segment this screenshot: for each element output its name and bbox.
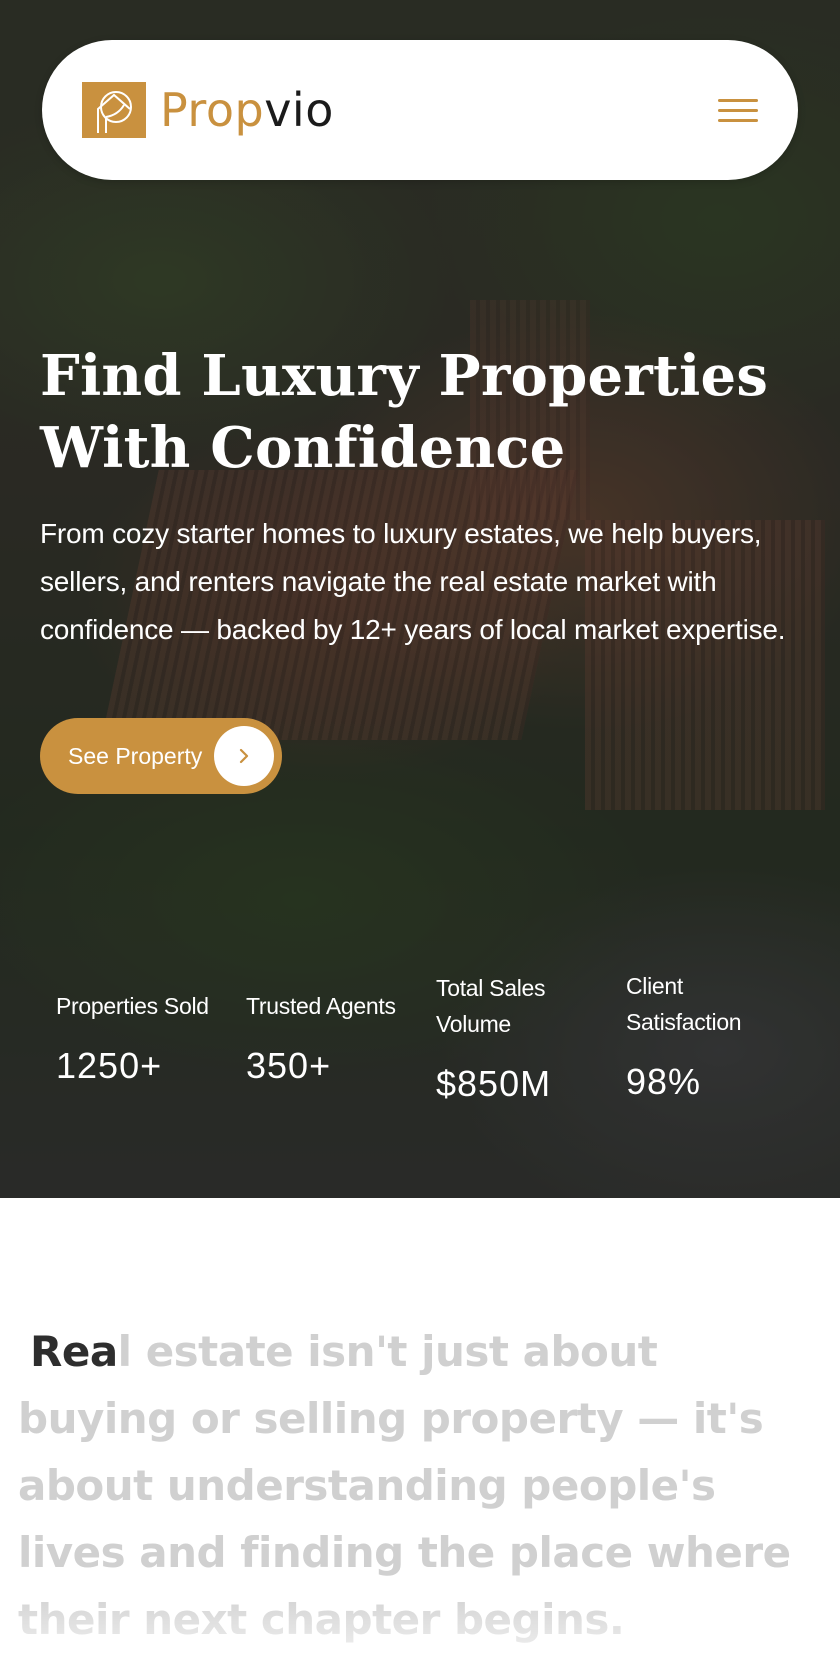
see-property-label: See Property — [68, 742, 203, 769]
stat-label: Trusted Agents — [246, 993, 396, 1019]
stat-value: 350+ — [246, 1045, 332, 1086]
quote-fade-overlay — [0, 1588, 840, 1680]
hero-section: Propvio Find Luxury Properties With Conf… — [0, 0, 840, 1198]
stat-value: $850M — [436, 1063, 552, 1104]
menu-bar — [718, 108, 758, 112]
hero-title-line1: Find Luxury Properties — [40, 343, 769, 409]
stat-value: 1250+ — [56, 1045, 163, 1086]
hero-title: Find Luxury Properties With Confidence — [40, 340, 810, 484]
stat-label: Properties Sold — [56, 993, 209, 1019]
stat-label: Client Satisfaction — [626, 973, 742, 1035]
stat-client-satisfaction: Client Satisfaction 98% — [626, 968, 796, 1102]
hamburger-menu-icon[interactable] — [718, 94, 758, 126]
house-leaf-logo-icon — [82, 82, 146, 138]
hero-content: Find Luxury Properties With Confidence F… — [40, 340, 810, 794]
stat-value: 98% — [626, 1061, 702, 1102]
chevron-right-icon — [214, 726, 274, 786]
menu-bar — [718, 118, 758, 122]
see-property-button[interactable]: See Property — [40, 718, 282, 794]
stat-label: Total Sales Volume — [436, 975, 546, 1037]
brand-name: Propvio — [160, 87, 334, 133]
hero-title-line2: With Confidence — [40, 415, 566, 481]
about-quote-section: Real estate isn't just about buying or s… — [0, 1198, 840, 1680]
navbar: Propvio — [42, 40, 798, 180]
brand-name-part2: vio — [264, 83, 334, 137]
stat-trusted-agents: Trusted Agents 350+ — [246, 988, 426, 1086]
hero-subtitle: From cozy starter homes to luxury estate… — [40, 518, 786, 645]
stat-total-sales-volume: Total Sales Volume $850M — [436, 970, 586, 1104]
menu-bar — [718, 98, 758, 102]
brand-name-part1: Prop — [160, 83, 265, 137]
brand-logo-link[interactable]: Propvio — [82, 82, 334, 138]
quote-highlighted: Rea — [30, 1327, 118, 1376]
stat-properties-sold: Properties Sold 1250+ — [56, 988, 236, 1086]
